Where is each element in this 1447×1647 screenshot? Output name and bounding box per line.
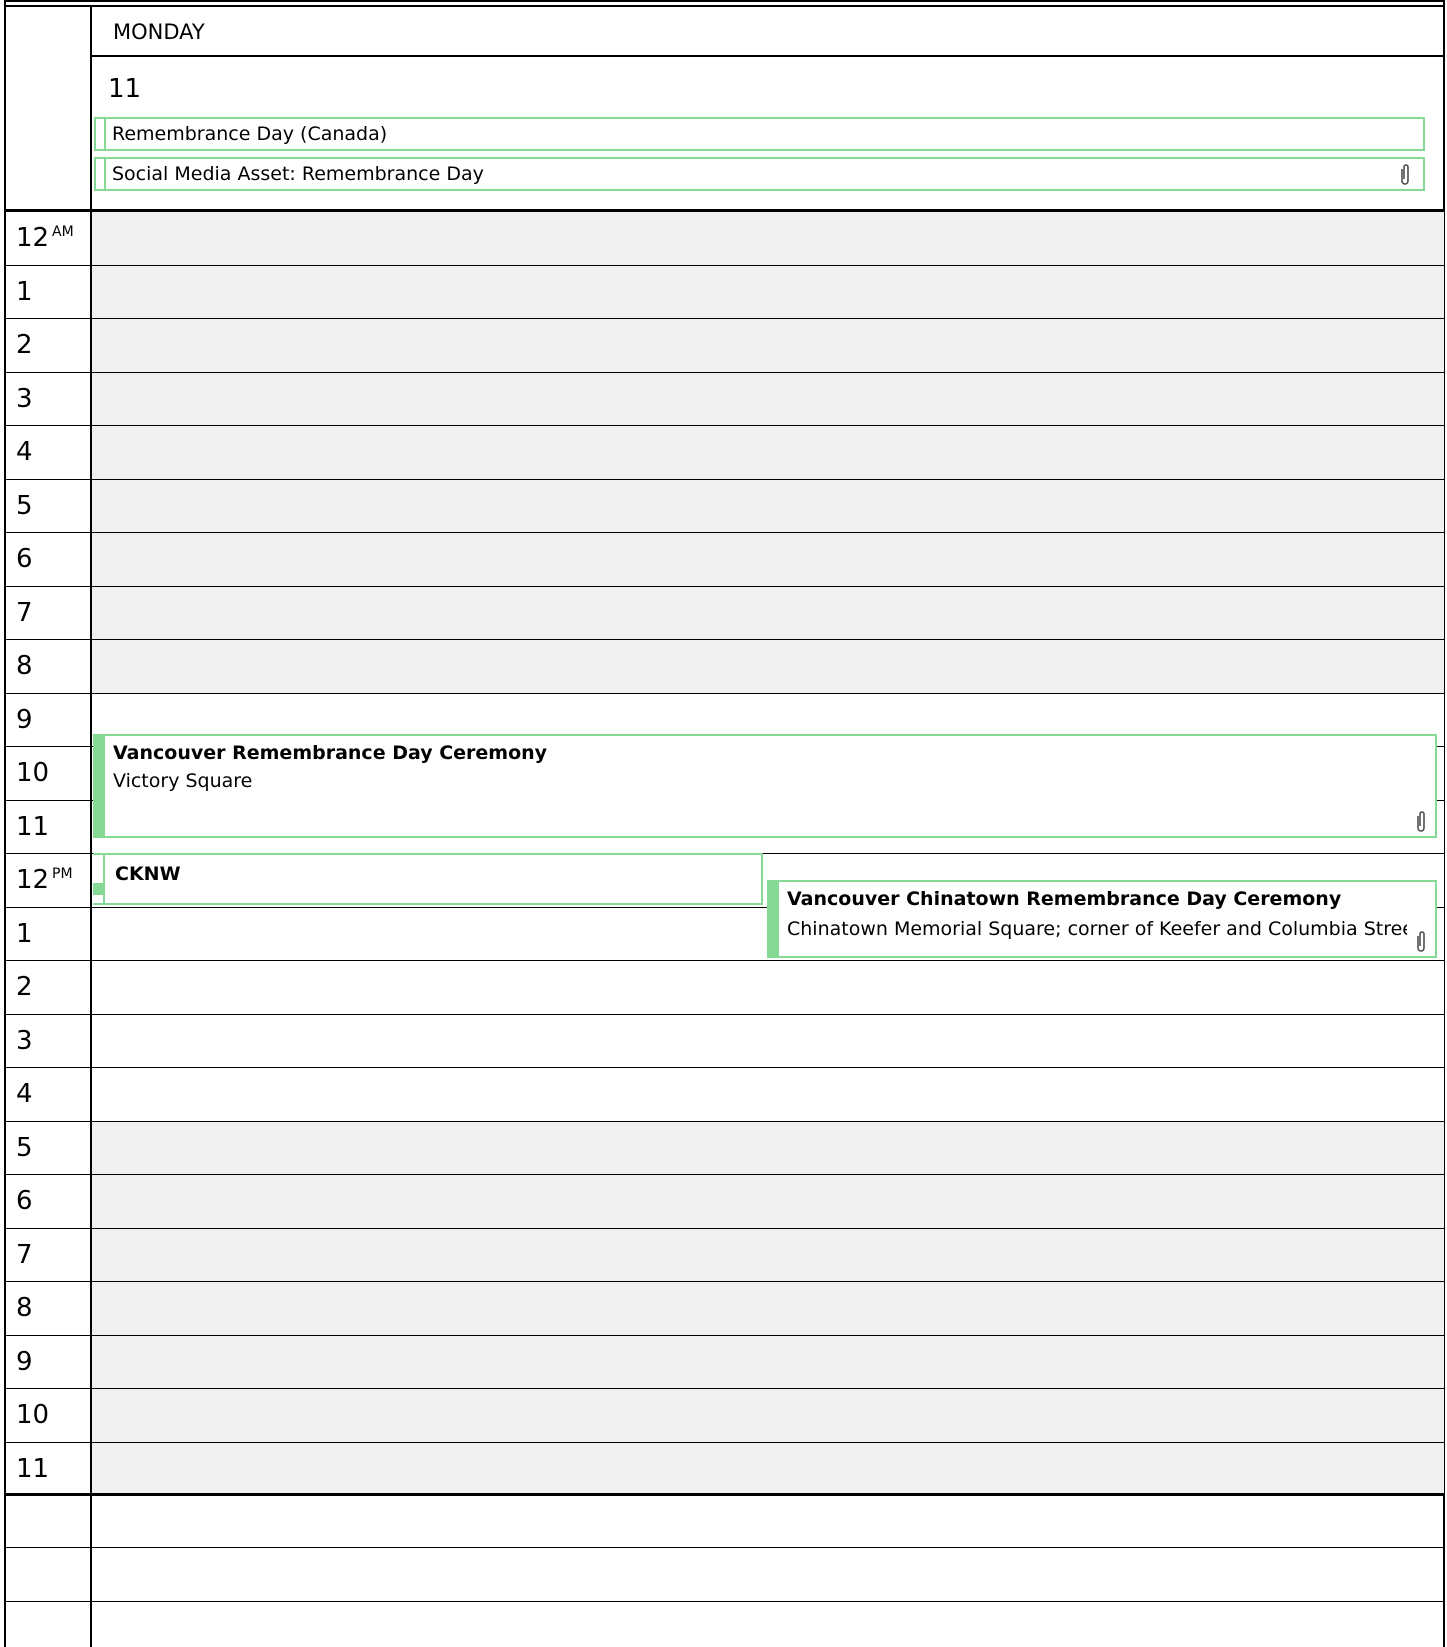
hour-number: 1 (16, 276, 33, 307)
day-number[interactable]: 11 (108, 74, 141, 104)
hour-number: 2 (16, 330, 33, 360)
grid-bottom-divider (4, 1493, 1445, 1495)
hour-number: 6 (16, 1186, 33, 1216)
hour-number: 3 (16, 1025, 33, 1056)
hour-slot[interactable] (92, 479, 1444, 533)
hour-number: 12 (16, 865, 50, 895)
top-border (4, 0, 1445, 7)
hour-label: 5 (16, 1134, 33, 1162)
hour-number: 7 (16, 1239, 33, 1270)
hour-number: 3 (16, 383, 33, 414)
hour-label: 4 (16, 1080, 33, 1108)
hour-label: 8 (16, 652, 33, 680)
hour-slot[interactable] (92, 1175, 1444, 1229)
hour-label: 10 (16, 1401, 49, 1429)
hour-label: 6 (16, 545, 33, 573)
hour-number: 7 (16, 597, 33, 628)
hour-label: 12 PM (16, 865, 73, 895)
hour-number: 5 (16, 1132, 33, 1163)
hour-slot[interactable] (92, 961, 1444, 1015)
paperclip-icon (1417, 931, 1425, 952)
extra-row-line (4, 1601, 1445, 1602)
hour-number: 9 (16, 704, 33, 735)
hour-slot[interactable] (92, 533, 1444, 587)
hour-slot[interactable] (92, 372, 1444, 426)
event-color-bar (95, 736, 105, 836)
hour-number: 8 (16, 651, 33, 681)
hour-slot[interactable] (92, 319, 1444, 373)
event-cknw[interactable]: CKNW (93, 853, 763, 905)
hour-label: 7 (16, 1241, 33, 1269)
hour-label: 1 (16, 920, 33, 948)
all-day-event-remembrance-day[interactable]: Remembrance Day (Canada) (94, 117, 1425, 151)
all-day-event-title: Social Media Asset: Remembrance Day (112, 163, 484, 185)
hour-number: 8 (16, 1293, 33, 1323)
hour-slot[interactable] (92, 1335, 1444, 1389)
paperclip-icon (1401, 164, 1409, 185)
hour-label: 10 (16, 759, 49, 787)
hour-label: 3 (16, 1027, 33, 1055)
all-day-event-title: Remembrance Day (Canada) (112, 123, 388, 145)
hour-slot[interactable] (92, 586, 1444, 640)
hour-label: 11 (16, 813, 49, 841)
am-pm-label: AM (52, 224, 74, 240)
hour-number: 10 (16, 758, 50, 788)
hour-number: 11 (16, 811, 50, 842)
hour-slot[interactable] (92, 640, 1444, 694)
am-pm-label: PM (52, 866, 73, 882)
hour-label: 11 (16, 1455, 49, 1483)
hour-number: 4 (16, 1079, 33, 1109)
event-location: Victory Square (113, 770, 253, 792)
hour-label: 2 (16, 973, 33, 1001)
hour-label: 5 (16, 492, 33, 520)
hour-label: 6 (16, 1187, 33, 1215)
hour-label: 12 AM (16, 223, 74, 253)
hour-number: 4 (16, 437, 33, 467)
paperclip-icon (1417, 811, 1425, 832)
hour-number: 6 (16, 544, 33, 574)
hour-slot[interactable] (92, 1228, 1444, 1282)
event-location: Chinatown Memorial Square; corner of Kee… (787, 918, 1407, 940)
header-divider (91, 55, 1444, 57)
event-vancouver-chinatown-ceremony[interactable]: Vancouver Chinatown Remembrance Day Cere… (767, 880, 1437, 958)
event-inner-border (103, 855, 105, 903)
hour-number: 2 (16, 972, 33, 1002)
event-vancouver-remembrance-day-ceremony[interactable]: Vancouver Remembrance Day Ceremony Victo… (93, 734, 1437, 838)
hour-label: 8 (16, 1294, 33, 1322)
hour-label: 7 (16, 599, 33, 627)
hour-divider (4, 1495, 1445, 1496)
hour-slot[interactable] (92, 1282, 1444, 1336)
event-color-bar (96, 119, 106, 149)
hour-slot[interactable] (92, 1014, 1444, 1068)
hour-number: 1 (16, 918, 33, 949)
event-title: Vancouver Chinatown Remembrance Day Cere… (787, 888, 1342, 910)
hour-number: 9 (16, 1346, 33, 1377)
all-day-event-social-media-asset[interactable]: Social Media Asset: Remembrance Day (94, 157, 1425, 191)
hour-slot[interactable] (92, 426, 1444, 480)
hour-slot[interactable] (92, 1442, 1444, 1496)
hour-number: 11 (16, 1453, 50, 1484)
hour-number: 10 (16, 1400, 50, 1430)
hour-number: 12 (16, 223, 50, 253)
hour-label: 9 (16, 706, 33, 734)
hour-slot[interactable] (92, 212, 1444, 266)
hour-label: 9 (16, 1348, 33, 1376)
hour-number: 5 (16, 490, 33, 521)
hour-label: 1 (16, 278, 33, 306)
hour-slot[interactable] (92, 1389, 1444, 1443)
hour-label: 2 (16, 331, 33, 359)
hour-slot[interactable] (92, 1121, 1444, 1175)
extra-row-line (4, 1547, 1445, 1548)
event-color-bar (769, 882, 779, 956)
event-title: CKNW (115, 863, 181, 885)
hour-slot[interactable] (92, 1068, 1444, 1122)
hour-slot[interactable] (92, 265, 1444, 319)
hour-label: 4 (16, 438, 33, 466)
event-color-bar (96, 159, 106, 189)
event-title: Vancouver Remembrance Day Ceremony (113, 742, 548, 764)
hour-label: 3 (16, 385, 33, 413)
day-name-header[interactable]: MONDAY (113, 18, 205, 46)
